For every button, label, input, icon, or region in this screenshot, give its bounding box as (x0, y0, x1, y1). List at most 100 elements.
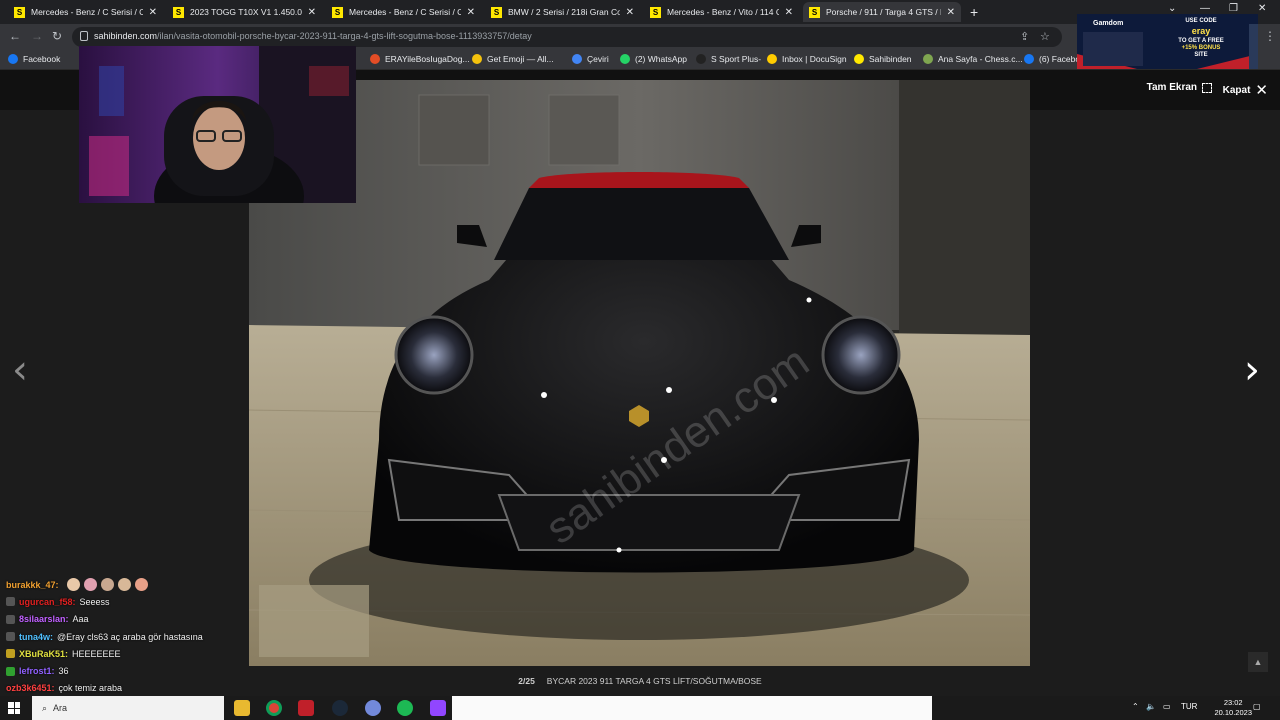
chat-message: burakkk_47: (6, 576, 266, 593)
chat-username: ugurcan_f58: (19, 596, 76, 607)
close-tab-icon[interactable]: ✕ (467, 7, 475, 18)
window-close-icon[interactable]: ✕ (1258, 3, 1266, 14)
back-icon[interactable]: ← (9, 29, 21, 43)
new-tab-button[interactable]: + (970, 4, 978, 20)
tab-title: Porsche / 911 / Targa 4 GTS / BY (826, 7, 941, 17)
browser-tab[interactable]: S Mercedes - Benz / C Serisi / C 20 ✕ (326, 2, 481, 22)
minimize-icon[interactable]: — (1200, 3, 1210, 14)
docusign-icon (767, 54, 777, 64)
bookmark-item[interactable]: Facebook (8, 54, 60, 64)
chat-message: ozb3k6451: çok temiz araba (6, 683, 123, 694)
chat-username: 8silaarslan: (19, 614, 69, 625)
chat-username: lefrost1: (19, 666, 55, 677)
sahibinden-icon (854, 54, 864, 64)
fullscreen-button[interactable]: Tam Ekran (1147, 82, 1212, 93)
tray-chevron-icon[interactable]: ⌃ (1132, 702, 1139, 711)
emoji-icon (472, 54, 482, 64)
close-tab-icon[interactable]: ✕ (785, 7, 793, 18)
promo-line: TO GET A FREE (1178, 38, 1224, 44)
bookmark-item[interactable]: ERAYileBosIugaDog... (370, 54, 470, 64)
fullscreen-icon (1202, 82, 1212, 93)
bookmark-item[interactable]: Inbox | DocuSign (767, 54, 847, 64)
maximize-icon[interactable]: ❐ (1229, 3, 1238, 14)
steam-icon[interactable] (332, 700, 348, 716)
menu-icon[interactable]: ⋮ (1264, 29, 1276, 43)
chat-message: tuna4w: @Eray cls63 aç araba gör hastasın… (6, 628, 266, 645)
tab-search-icon[interactable]: ⌄ (1168, 3, 1176, 14)
tab-title: 2023 TOGG T10X V1 1.450.000 T (190, 7, 302, 17)
photo-counter: 2/25 (518, 676, 535, 686)
address-bar[interactable]: sahibinden.com/ilan/vasita-otomobil-pors… (72, 27, 1062, 47)
url-text[interactable]: sahibinden.com/ilan/vasita-otomobil-pors… (94, 31, 532, 41)
sahibinden-favicon: S (173, 6, 184, 18)
notifications-icon[interactable]: ▢ (1253, 702, 1261, 711)
next-photo-arrow[interactable]: › (1244, 350, 1260, 390)
chat-username: tuna4w: (19, 631, 54, 642)
sahibinden-favicon: S (809, 6, 820, 18)
share-icon[interactable]: ⇪ (1020, 30, 1029, 43)
bookmark-item[interactable]: (2) WhatsApp (620, 54, 687, 64)
reload-icon[interactable]: ↻ (52, 29, 62, 43)
bookmark-item[interactable]: Çeviri (572, 54, 609, 64)
windows-start-icon[interactable] (8, 702, 20, 714)
bookmark-item[interactable]: Get Emoji — All... (472, 54, 554, 64)
twitch-icon[interactable] (430, 700, 446, 716)
sub-badge-icon (6, 666, 15, 676)
chat-username: XBuRaK51: (19, 648, 69, 659)
tab-title: Mercedes - Benz / C Serisi / C 20 (349, 7, 461, 17)
taskbar-search[interactable]: ⌕ Ara (32, 696, 224, 720)
browser-tab[interactable]: S Mercedes - Benz / C Serisi / C 20 ✕ (8, 2, 163, 22)
s-sport-icon (696, 54, 706, 64)
browser-tab[interactable]: S BMW / 2 Serisi / 218i Gran Coup ✕ (485, 2, 640, 22)
sponsor-banner[interactable]: Gamdom USE CODE eray TO GET A FREE +15% … (1077, 14, 1258, 69)
browser-tab-active[interactable]: S Porsche / 911 / Targa 4 GTS / BY ✕ (803, 2, 961, 22)
chat-message: lefrost1: 36 (6, 662, 266, 679)
close-icon: ✕ (1255, 82, 1268, 99)
lock-icon (80, 31, 88, 41)
bookmark-item[interactable]: S Sport Plus- (696, 54, 761, 64)
screen: S Mercedes - Benz / C Serisi / C 20 ✕ S 202… (0, 0, 1280, 720)
close-tab-icon[interactable]: ✕ (626, 7, 634, 18)
bookmark-item[interactable]: (6) Facebo (1024, 54, 1080, 64)
app-icon[interactable] (298, 700, 314, 716)
promo-bonus: +15% BONUS (1181, 45, 1221, 51)
translate-icon (572, 54, 582, 64)
file-explorer-icon[interactable] (234, 700, 250, 716)
streamer-webcam (79, 46, 356, 203)
bookmark-item[interactable]: Sahibinden (854, 54, 912, 64)
bookmark-item[interactable]: Ana Sayfa - Chess.c... (923, 54, 1023, 64)
close-tab-icon[interactable]: ✕ (308, 7, 316, 18)
taskbar-overlay-strip (452, 696, 932, 720)
close-viewer-button[interactable]: Kapat ✕ (1223, 81, 1268, 99)
chess-icon (923, 54, 933, 64)
use-code-label: USE CODE (1185, 18, 1217, 24)
promo-line: SITE (1194, 52, 1208, 58)
close-tab-icon[interactable]: ✕ (149, 7, 157, 18)
forward-icon[interactable]: → (31, 29, 43, 43)
close-tab-icon[interactable]: ✕ (947, 7, 955, 18)
whatsapp-icon (620, 54, 630, 64)
facebook-icon (8, 54, 18, 64)
tab-title: Mercedes - Benz / C Serisi / C 20 (31, 7, 143, 17)
emote-icon (134, 578, 148, 592)
previous-photo-arrow[interactable]: ‹ (12, 350, 28, 390)
browser-tab[interactable]: S Mercedes - Benz / Vito / 114 CD ✕ (644, 2, 799, 22)
mod-badge-icon (6, 614, 15, 624)
bookmark-star-icon[interactable]: ☆ (1040, 30, 1050, 43)
mod-badge-icon (6, 597, 15, 607)
sahibinden-favicon: S (650, 6, 661, 18)
discord-icon[interactable] (365, 700, 381, 716)
network-icon[interactable]: ▭ (1163, 702, 1171, 711)
taskbar-clock[interactable]: 23:02 20.10.2023 (1214, 698, 1252, 718)
car-photo: sahibinden.com (249, 80, 1030, 666)
spotify-icon[interactable] (397, 700, 413, 716)
sahibinden-favicon: S (491, 6, 502, 18)
emote-icon (100, 578, 114, 592)
language-indicator[interactable]: TUR (1181, 702, 1197, 711)
volume-icon[interactable]: 🔈 (1146, 702, 1156, 711)
scroll-top-button[interactable]: ▲ (1248, 652, 1268, 672)
promo-code: eray (1191, 26, 1211, 36)
tab-title: BMW / 2 Serisi / 218i Gran Coup (508, 7, 620, 17)
browser-tab[interactable]: S 2023 TOGG T10X V1 1.450.000 T ✕ (167, 2, 322, 22)
chrome-icon[interactable] (266, 700, 282, 716)
